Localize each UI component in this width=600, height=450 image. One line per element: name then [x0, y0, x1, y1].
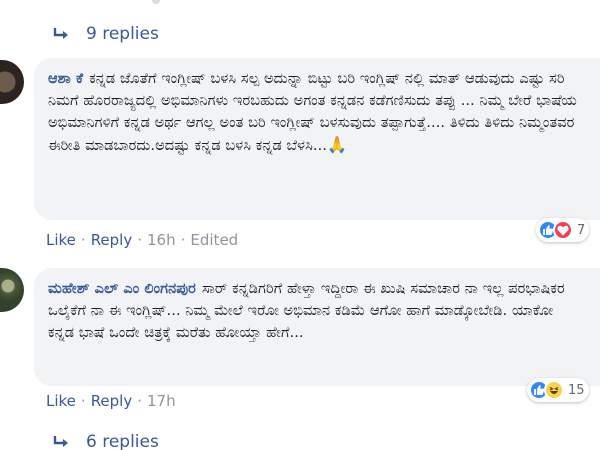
reaction-count: 15 [568, 382, 585, 398]
separator-dot: · [137, 231, 143, 249]
avatar[interactable] [0, 60, 24, 104]
comment-text: ಕನ್ನಡ ಜೊತೆಗೆ ಇಂಗ್ಲೀಷ್ ಬಳಸಿ ಸಲ್ಪ ಅದುನ್ನಾ … [48, 71, 577, 154]
avatar[interactable] [0, 268, 24, 312]
comment-author[interactable]: ಮಹೇಶ್ ಎಲ್ ಎಂ ಲಿಂಗನಪುರ [48, 281, 196, 297]
reply-arrow-icon [53, 436, 68, 447]
love-reaction-icon [553, 220, 573, 240]
comment-actions: Like · Reply · 17h [46, 392, 176, 410]
reaction-count: 7 [577, 222, 586, 238]
view-replies-link[interactable]: 9 replies [52, 24, 159, 44]
like-link[interactable]: Like [46, 392, 76, 410]
comment-timestamp[interactable]: 17h [147, 392, 176, 410]
comment-timestamp[interactable]: 16h [147, 231, 176, 249]
reply-link[interactable]: Reply [91, 231, 133, 249]
comment-bubble: ಆಶಾ ಕೆ ಕನ್ನಡ ಜೊತೆಗೆ ಇಂಗ್ಲೀಷ್ ಬಳಸಿ ಸಲ್ಪ ಅದ… [34, 58, 600, 220]
separator-dot: · [80, 231, 86, 249]
haha-reaction-icon [544, 380, 564, 400]
separator-dot: · [80, 392, 86, 410]
comment-bubble: ಮಹೇಶ್ ಎಲ್ ಎಂ ಲಿಂಗನಪುರ ಸಾರ್ ಕನ್ನಡಿಗರಿಗೆ ಹೇ… [34, 268, 600, 386]
praying-hands-icon: 🙏 [327, 135, 348, 154]
replies-count: 9 replies [86, 24, 159, 44]
comment-actions: Like · Reply · 16h · Edited [46, 231, 238, 249]
reaction-summary[interactable]: 7 [536, 218, 590, 242]
reaction-summary[interactable]: 15 [527, 378, 589, 402]
reply-arrow-icon [53, 28, 68, 39]
replies-count: 6 replies [86, 432, 159, 450]
separator-dot: · [180, 231, 186, 249]
reply-link[interactable]: Reply [91, 392, 133, 410]
edited-label[interactable]: Edited [190, 231, 238, 249]
previous-comment-edge [0, 0, 600, 8]
like-link[interactable]: Like [46, 231, 76, 249]
view-replies-link[interactable]: 6 replies [52, 432, 159, 450]
previous-reaction-edge [152, 0, 160, 4]
separator-dot: · [137, 392, 143, 410]
comment-author[interactable]: ಆಶಾ ಕೆ [48, 71, 83, 87]
